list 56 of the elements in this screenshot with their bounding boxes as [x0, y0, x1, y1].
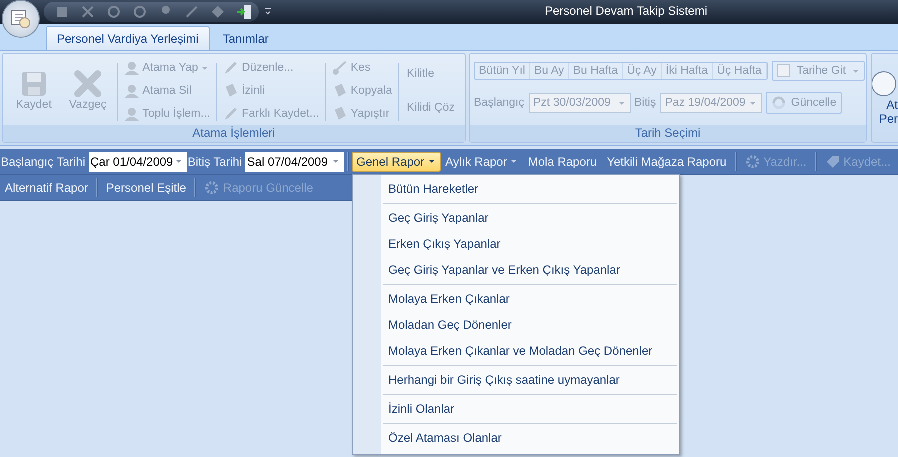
ribbon-label: Per	[879, 112, 898, 126]
tag-icon	[824, 154, 841, 170]
field-label: Başlangıç	[474, 97, 525, 109]
menu-item[interactable]: Molaya Erken Çıkanlar	[352, 286, 678, 312]
cross-icon	[80, 4, 96, 20]
toolbar-button[interactable]: Genel Rapor	[352, 152, 441, 172]
field-label: Başlangıç Tarihi	[0, 154, 86, 168]
ribbon-tab[interactable]: Tanımlar	[212, 26, 280, 50]
caret-icon	[618, 100, 626, 106]
exit-icon	[236, 4, 252, 20]
toolbar-button[interactable]: Personel Eşitle	[101, 178, 192, 198]
window-title: Personel Devam Takip Sistemi	[545, 4, 705, 18]
person-icon	[124, 60, 140, 76]
date-field[interactable]: Çar 01/04/2009	[88, 152, 187, 172]
circle-icon	[132, 4, 148, 20]
caret-icon	[852, 68, 860, 74]
menu-item[interactable]: Molaya Erken Çıkanlar ve Moladan Geç Dönenler	[352, 338, 678, 364]
field-label: Bitiş Tarihi	[186, 154, 244, 168]
menu-item[interactable]: İzinli Olanlar	[352, 396, 678, 422]
gear-icon	[744, 154, 761, 170]
date-field[interactable]: Sal 07/04/2009	[245, 152, 344, 172]
customize-icon	[264, 6, 272, 16]
ribbon-tab[interactable]: Personel Vardiya Yerleşimi	[46, 26, 210, 50]
diamond-icon	[210, 4, 226, 20]
ribbon-label: At	[886, 98, 898, 112]
menu-item[interactable]: Özel Ataması Olanlar	[352, 424, 678, 450]
caret-icon	[332, 158, 340, 165]
pencil-icon	[222, 60, 239, 76]
application-menu-button[interactable]	[2, 0, 40, 38]
pencil-icon	[222, 106, 239, 122]
gear-icon	[204, 180, 220, 196]
refresh-icon	[771, 95, 788, 111]
circle-icon	[106, 4, 122, 20]
toolbar-button[interactable]: Mola Raporu	[523, 152, 602, 172]
menu-item[interactable]: Geç Giriş Yapanlar ve Erken Çıkış Yapanlar	[352, 256, 678, 282]
menu-item[interactable]: Herhangi bir Giriş Çıkış saatine uymayanlar	[352, 366, 678, 392]
menu-item[interactable]: Moladan Geç Dönenler	[352, 312, 678, 338]
group-label: Atama İşlemleri	[3, 125, 465, 142]
menu-item[interactable]: Bütün Hareketler	[352, 176, 678, 202]
field-label: Bitiş	[634, 97, 656, 109]
toolbar-button[interactable]: Aylık Rapor	[440, 152, 524, 172]
menu-item[interactable]: Erken Çıkış Yapanlar	[352, 230, 678, 256]
toolbar-button[interactable]: Yetkili Mağaza Raporu	[602, 152, 732, 172]
cross-icon	[73, 69, 103, 99]
toolbar-button[interactable]: Alternatif Rapor	[0, 178, 94, 198]
caret-icon	[174, 158, 183, 165]
checkbox-icon	[776, 64, 791, 78]
calendar-clock-icon	[10, 8, 32, 30]
toolbar-button[interactable]	[236, 4, 252, 20]
menu-item[interactable]: Geç Giriş Yapanlar	[352, 204, 678, 230]
group-label: Tarih Seçimi	[470, 125, 866, 142]
caret-icon	[749, 100, 758, 106]
line-icon	[184, 4, 200, 20]
person-icon	[124, 82, 140, 99]
person-icon	[124, 106, 140, 122]
scissors-icon	[332, 60, 348, 76]
